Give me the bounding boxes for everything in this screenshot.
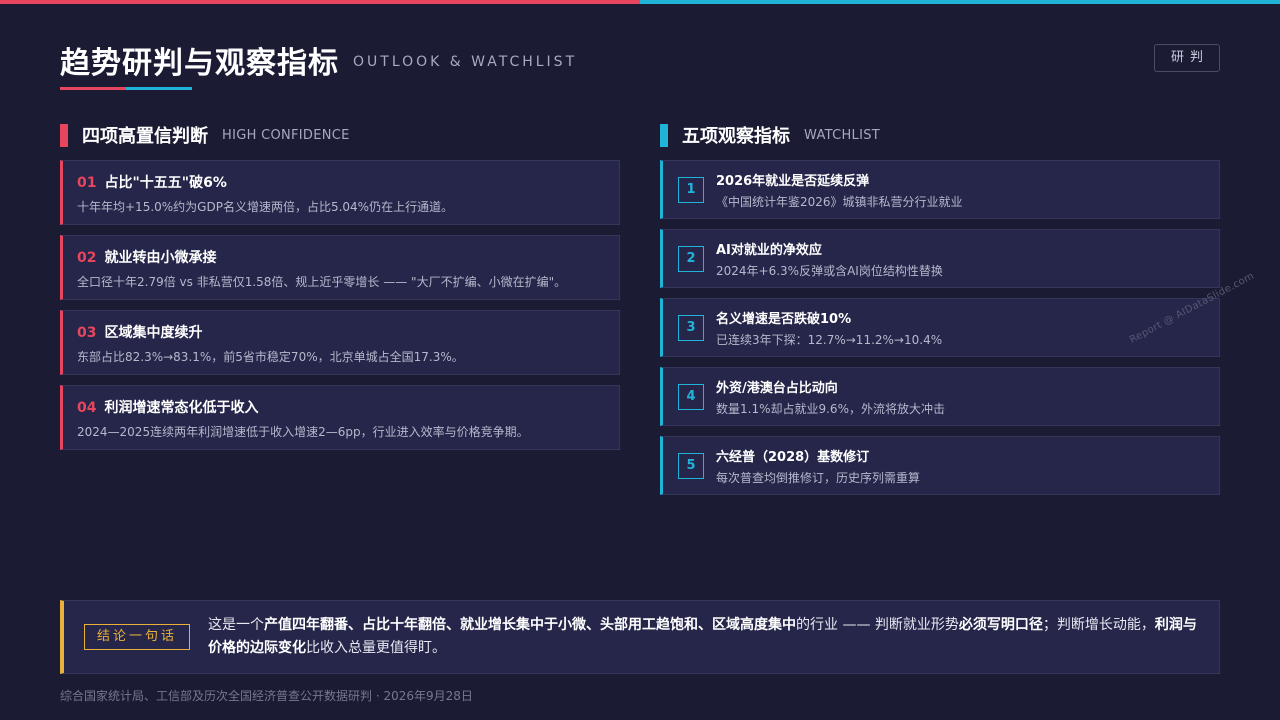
conclusion-text: 这是一个产值四年翻番、占比十年翻倍、就业增长集中于小微、头部用工趋饱和、区域高度… [208, 614, 1198, 660]
watch-title: 名义增速是否跌破10% [716, 311, 852, 327]
watch-number-badge: 5 [678, 452, 704, 479]
right-section-marker [660, 123, 668, 147]
judgment-title: 03 区域集中度续升 [77, 322, 605, 342]
conclusion-part: 的行业 —— 判断就业形势 [796, 617, 959, 633]
watch-title: 六经普（2028）基数修订 [716, 449, 870, 465]
title-underline-cyan [126, 87, 192, 90]
watch-title: 2026年就业是否延续反弹 [716, 173, 870, 189]
left-section-header: 四项高置信判断 HIGH CONFIDENCE [60, 122, 350, 148]
right-section-header: 五项观察指标 WATCHLIST [660, 122, 880, 148]
watch-text: AI对就业的净效应 2024年+6.3%反弹或含AI岗位结构性替换 [716, 239, 943, 279]
watch-card: 4 外资/港澳台占比动向 数量1.1%却占就业9.6%，外流将放大冲击 [660, 367, 1220, 426]
watch-title: AI对就业的净效应 [716, 242, 822, 258]
conclusion-part-emphasis: 必须写明口径 [958, 617, 1043, 633]
judgment-card: 04 利润增速常态化低于收入 2024—2025连续两年利润增速低于收入增速2—6… [60, 385, 620, 450]
watch-number-badge: 1 [678, 176, 704, 203]
watch-card: 3 名义增速是否跌破10% 已连续3年下探：12.7%→11.2%→10.4% [660, 298, 1220, 357]
judgment-title-text: 利润增速常态化低于收入 [104, 400, 259, 416]
page-subtitle: OUTLOOK & WATCHLIST [353, 54, 578, 70]
judgment-desc: 2024—2025连续两年利润增速低于收入增速2—6pp，行业进入效率与价格竞争… [77, 425, 529, 439]
watch-card: 2 AI对就业的净效应 2024年+6.3%反弹或含AI岗位结构性替换 [660, 229, 1220, 288]
judgment-number: 02 [77, 250, 97, 266]
judgment-title: 01 占比"十五五"破6% [77, 172, 605, 192]
judgment-title-text: 就业转由小微承接 [104, 250, 217, 266]
watch-text: 外资/港澳台占比动向 数量1.1%却占就业9.6%，外流将放大冲击 [716, 377, 945, 417]
right-section-title-en: WATCHLIST [804, 127, 881, 143]
judgment-desc: 东部占比82.3%→83.1%，前5省市稳定70%，北京单城占全国17.3%。 [77, 350, 464, 364]
judgment-title-text: 区域集中度续升 [104, 325, 203, 341]
watch-title: 外资/港澳台占比动向 [716, 380, 838, 396]
conclusion-part: ；判断增长动能， [1042, 617, 1155, 633]
conclusion-part: 比收入总量更值得盯。 [306, 640, 446, 656]
left-section-title: 四项高置信判断 [82, 126, 208, 147]
watch-desc: 每次普查均倒推修订，历史序列需重算 [716, 470, 921, 485]
conclusion-label: 结论一句话 [84, 624, 190, 650]
top-accent-bar [0, 0, 1280, 4]
judgment-desc: 全口径十年2.79倍 vs 非私营仅1.58倍、规上近乎零增长 —— "大厂不扩… [77, 275, 567, 289]
judgment-card: 01 占比"十五五"破6% 十年年均+15.0%约为GDP名义增速两倍，占比5.0… [60, 160, 620, 225]
conclusion-part-emphasis: 产值四年翻番、占比十年翻倍、就业增长集中于小微、头部用工趋饱和、区域高度集中 [264, 617, 796, 633]
judgment-number: 03 [77, 325, 97, 341]
watch-number-badge: 2 [678, 245, 704, 272]
watch-desc: 数量1.1%却占就业9.6%，外流将放大冲击 [716, 401, 945, 416]
judgment-number: 04 [77, 400, 97, 416]
right-section-title: 五项观察指标 [682, 126, 790, 147]
top-accent-red [0, 0, 640, 4]
watch-desc: 2024年+6.3%反弹或含AI岗位结构性替换 [716, 263, 943, 278]
top-accent-cyan [640, 0, 1280, 4]
watch-text: 六经普（2028）基数修订 每次普查均倒推修订，历史序列需重算 [716, 446, 920, 486]
judgment-title-text: 占比"十五五"破6% [104, 175, 227, 191]
title-underline-red [60, 87, 126, 90]
watch-card: 5 六经普（2028）基数修订 每次普查均倒推修订，历史序列需重算 [660, 436, 1220, 495]
watch-desc: 《中国统计年鉴2026》城镇非私营分行业就业 [716, 194, 963, 209]
judgment-card: 02 就业转由小微承接 全口径十年2.79倍 vs 非私营仅1.58倍、规上近乎零… [60, 235, 620, 300]
title-underline [60, 87, 192, 90]
watch-number-badge: 3 [678, 314, 704, 341]
page-title: 趋势研判与观察指标 [60, 46, 339, 81]
watch-number-badge: 4 [678, 383, 704, 410]
source-footer: 综合国家统计局、工信部及历次全国经济普查公开数据研判 · 2026年9月28日 [60, 689, 473, 703]
judgment-title: 02 就业转由小微承接 [77, 247, 605, 267]
watch-text: 2026年就业是否延续反弹 《中国统计年鉴2026》城镇非私营分行业就业 [716, 170, 963, 210]
watch-text: 名义增速是否跌破10% 已连续3年下探：12.7%→11.2%→10.4% [716, 308, 942, 348]
judgment-list: 01 占比"十五五"破6% 十年年均+15.0%约为GDP名义增速两倍，占比5.0… [60, 160, 620, 460]
judgment-title: 04 利润增速常态化低于收入 [77, 397, 605, 417]
left-section-title-en: HIGH CONFIDENCE [222, 127, 350, 143]
tag-badge: 研判 [1154, 44, 1220, 72]
conclusion-box: 结论一句话 这是一个产值四年翻番、占比十年翻倍、就业增长集中于小微、头部用工趋饱… [60, 600, 1220, 674]
watch-card: 1 2026年就业是否延续反弹 《中国统计年鉴2026》城镇非私营分行业就业 [660, 160, 1220, 219]
conclusion-part: 这是一个 [208, 617, 264, 633]
judgment-desc: 十年年均+15.0%约为GDP名义增速两倍，占比5.04%仍在上行通道。 [77, 200, 454, 214]
left-section-marker [60, 123, 68, 147]
judgment-card: 03 区域集中度续升 东部占比82.3%→83.1%，前5省市稳定70%，北京单城… [60, 310, 620, 375]
watch-desc: 已连续3年下探：12.7%→11.2%→10.4% [716, 332, 943, 347]
judgment-number: 01 [77, 175, 97, 191]
